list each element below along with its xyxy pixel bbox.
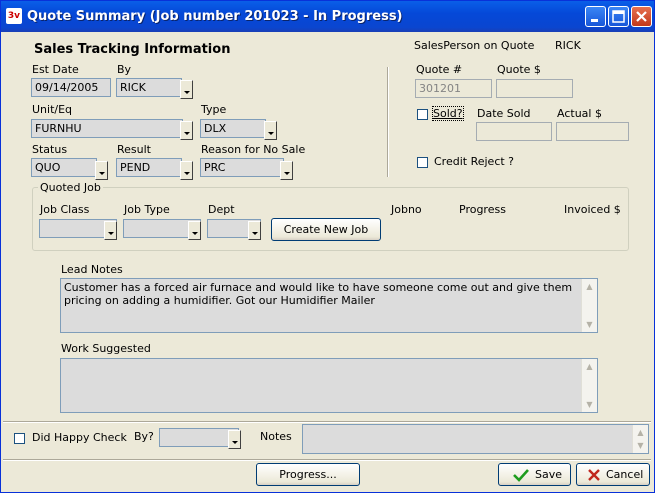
- date-sold-label: Date Sold: [477, 107, 531, 120]
- dept-dropdown-button[interactable]: [248, 221, 261, 240]
- salesperson-label: SalesPerson on Quote: [414, 39, 535, 52]
- status-label: Status: [32, 143, 68, 156]
- minimize-button[interactable]: [585, 6, 606, 27]
- chevron-down-icon: [183, 172, 190, 175]
- section-title: Sales Tracking Information: [34, 42, 231, 57]
- chevron-down-icon: [267, 132, 274, 135]
- result-dropdown-button[interactable]: [180, 161, 193, 180]
- cancel-x-icon: [587, 468, 601, 489]
- by-dropdown-button[interactable]: [180, 80, 193, 99]
- reason-label: Reason for No Sale: [201, 143, 306, 156]
- job-class-dropdown-button[interactable]: [104, 221, 117, 240]
- type-dropdown-button[interactable]: [264, 121, 277, 140]
- work-suggested-scrollbar[interactable]: ▲ ▼: [581, 359, 597, 412]
- notes-label: Notes: [260, 430, 292, 443]
- chevron-down-icon: [191, 232, 198, 235]
- title-bar[interactable]: 3v Quote Summary (Job number 201023 - In…: [1, 1, 654, 32]
- chevron-down-icon: [98, 172, 105, 175]
- lead-notes-label: Lead Notes: [61, 263, 123, 276]
- job-class-label: Job Class: [40, 203, 90, 216]
- by-label: By: [117, 63, 132, 76]
- cancel-label: Cancel: [606, 468, 644, 481]
- scroll-down-icon[interactable]: ▼: [583, 318, 596, 331]
- happy-check-checkbox[interactable]: [14, 433, 25, 444]
- quoted-job-legend: Quoted Job: [38, 181, 103, 194]
- actual-amount-label: Actual $: [557, 107, 602, 120]
- app-icon: 3v: [6, 8, 22, 24]
- est-date-label: Est Date: [32, 63, 79, 76]
- unit-combo[interactable]: FURNHU: [31, 119, 183, 138]
- lead-notes-textarea[interactable]: Customer has a forced air furnace and wo…: [60, 278, 598, 333]
- sold-label[interactable]: Sold?: [432, 106, 464, 121]
- est-date-field[interactable]: 09/14/2005: [31, 78, 111, 97]
- create-new-job-button[interactable]: Create New Job: [271, 218, 381, 241]
- status-combo[interactable]: QUO: [31, 158, 97, 177]
- jobno-label: Jobno: [391, 203, 422, 216]
- progress-button[interactable]: Progress...: [256, 463, 360, 486]
- scroll-up-icon[interactable]: ▲: [583, 360, 596, 373]
- save-label: Save: [535, 468, 563, 481]
- credit-reject-checkbox[interactable]: [417, 157, 428, 168]
- type-combo[interactable]: DLX: [200, 119, 266, 138]
- chevron-down-icon: [251, 232, 258, 235]
- scroll-down-icon[interactable]: ▼: [583, 398, 596, 411]
- unit-dropdown-button[interactable]: [180, 121, 193, 140]
- scroll-up-icon[interactable]: ▲: [634, 426, 647, 439]
- job-type-dropdown-button[interactable]: [188, 221, 201, 240]
- unit-label: Unit/Eq: [32, 103, 73, 116]
- credit-reject-label: Credit Reject ?: [434, 155, 515, 168]
- happy-by-combo[interactable]: [159, 428, 239, 447]
- status-dropdown-button[interactable]: [95, 161, 108, 180]
- chevron-down-icon: [183, 91, 190, 94]
- happy-by-dropdown-button[interactable]: [228, 430, 241, 449]
- dept-label: Dept: [208, 203, 235, 216]
- maximize-button[interactable]: [608, 6, 629, 27]
- lead-notes-text: Customer has a forced air furnace and wo…: [64, 281, 573, 307]
- notes-scrollbar[interactable]: ▲ ▼: [632, 425, 648, 453]
- actual-amount-field[interactable]: [556, 122, 629, 141]
- progress-label: Progress: [459, 203, 506, 216]
- work-suggested-label: Work Suggested: [61, 342, 151, 355]
- maximize-icon: [609, 7, 628, 26]
- close-button[interactable]: [631, 6, 652, 27]
- cancel-button[interactable]: Cancel: [576, 463, 650, 486]
- minimize-icon: [586, 7, 605, 26]
- chevron-down-icon: [183, 132, 190, 135]
- quote-amount-label: Quote $: [497, 63, 541, 76]
- happy-by-label: By?: [134, 430, 154, 443]
- result-label: Result: [117, 143, 151, 156]
- horizontal-divider: [3, 421, 651, 423]
- date-sold-field[interactable]: [476, 122, 552, 141]
- job-type-label: Job Type: [124, 203, 170, 216]
- quote-summary-window: 3v Quote Summary (Job number 201023 - In…: [0, 0, 655, 493]
- scroll-down-icon[interactable]: ▼: [634, 439, 647, 452]
- save-button[interactable]: Save: [498, 463, 571, 486]
- reason-dropdown-button[interactable]: [280, 161, 293, 180]
- horizontal-divider: [3, 459, 651, 461]
- reason-combo[interactable]: PRC: [200, 158, 284, 177]
- chevron-down-icon: [107, 232, 114, 235]
- result-combo[interactable]: PEND: [116, 158, 182, 177]
- quote-amount-field[interactable]: [496, 79, 573, 98]
- window-title: Quote Summary (Job number 201023 - In Pr…: [27, 9, 403, 24]
- work-suggested-textarea[interactable]: ▲ ▼: [60, 358, 598, 413]
- vertical-divider: [387, 67, 389, 177]
- close-icon: [632, 7, 651, 26]
- quote-num-label: Quote #: [416, 63, 463, 76]
- by-combo[interactable]: RICK: [116, 78, 182, 97]
- notes-field[interactable]: ▲ ▼: [302, 424, 649, 454]
- chevron-down-icon: [231, 441, 238, 444]
- sold-checkbox[interactable]: [417, 109, 428, 120]
- salesperson-value: RICK: [555, 39, 581, 52]
- quote-num-field[interactable]: 301201: [415, 79, 492, 98]
- type-label: Type: [201, 103, 227, 116]
- lead-notes-scrollbar[interactable]: ▲ ▼: [581, 279, 597, 332]
- happy-check-label: Did Happy Check: [32, 431, 127, 444]
- chevron-down-icon: [283, 172, 290, 175]
- scroll-up-icon[interactable]: ▲: [583, 280, 596, 293]
- invoiced-label: Invoiced $: [564, 203, 621, 216]
- checkmark-icon: [513, 468, 529, 489]
